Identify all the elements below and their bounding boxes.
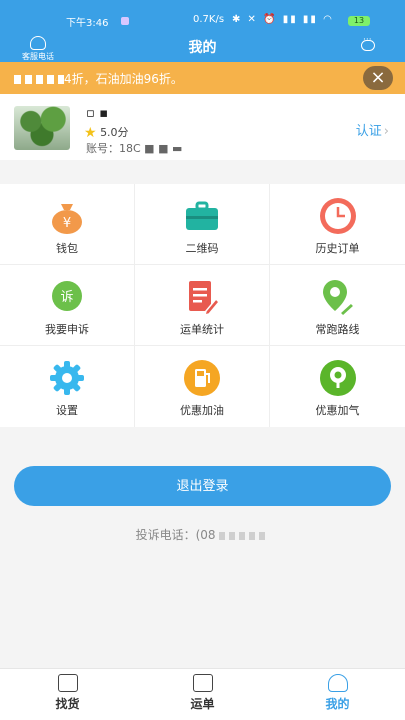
menu-discount-fuel[interactable]: 优惠加油 (135, 346, 270, 427)
tab-find-cargo[interactable]: 找货 (0, 669, 135, 720)
notification-dot-icon (121, 17, 129, 25)
money-bag-icon: ¥ (52, 204, 82, 234)
close-icon: × (370, 67, 386, 88)
list-icon (57, 674, 78, 692)
menu-wallet[interactable]: ¥ 钱包 (0, 184, 135, 265)
complaint-icon: 诉 (52, 281, 82, 311)
masked-phone (219, 531, 270, 540)
user-icon (327, 674, 348, 692)
star-icon: ★ (84, 125, 97, 141)
menu-frequent-routes[interactable]: 常跑路线 (270, 265, 405, 346)
briefcase-icon (186, 201, 218, 230)
complaint-phone: 投诉电话：(08 (0, 526, 405, 543)
tab-mine[interactable]: 我的 (270, 669, 405, 720)
menu-grid: ¥ 钱包 二维码 历史订单 诉 我要申诉 运单统计 常跑路线 设置 优惠加油 优… (0, 184, 405, 427)
profile-card[interactable]: ▫ ▪ ★ 5.0分 账号：18C ■ ■ ▬ 认证 › (0, 94, 405, 160)
logout-button[interactable]: 退出登录 (14, 466, 391, 506)
verify-link[interactable]: 认证 › (356, 120, 389, 139)
battery-icon: 13 (348, 16, 370, 26)
status-icons: ✱ ✕ ⏰ ▮▮ ▮▮ ◠ (232, 14, 334, 25)
masked-text (14, 75, 64, 84)
promo-banner[interactable]: 4折，石油加油96折。 × (0, 62, 405, 94)
promo-text: 4折，石油加油96折。 (14, 70, 183, 87)
status-bar: 下午3:46 0.7K/s ✱ ✕ ⏰ ▮▮ ▮▮ ◠ 13 (0, 14, 405, 30)
close-banner-button[interactable]: × (363, 66, 393, 90)
avatar[interactable] (14, 106, 70, 150)
top-bar: 下午3:46 0.7K/s ✱ ✕ ⏰ ▮▮ ▮▮ ◠ 13 客服电话 我的 (0, 0, 405, 62)
message-icon[interactable] (361, 35, 375, 51)
document-edit-icon (189, 281, 221, 317)
fuel-icon (184, 360, 220, 396)
network-speed: 0.7K/s (193, 14, 225, 25)
tab-waybill[interactable]: 运单 (135, 669, 270, 720)
username: ▫ ▪ (86, 106, 109, 121)
bottom-nav: 找货 运单 我的 (0, 668, 405, 720)
truck-icon (192, 674, 213, 692)
page-title: 我的 (188, 40, 217, 56)
svg-text:诉: 诉 (60, 290, 73, 305)
rating: ★ 5.0分 (84, 125, 129, 141)
status-time: 下午3:46 (66, 18, 109, 29)
gas-pin-icon (319, 360, 356, 396)
menu-complaint[interactable]: 诉 我要申诉 (0, 265, 135, 346)
menu-qr-code[interactable]: 二维码 (135, 184, 270, 265)
location-pin-icon (322, 280, 355, 317)
menu-waybill-stats[interactable]: 运单统计 (135, 265, 270, 346)
gear-icon (50, 361, 84, 395)
menu-order-history[interactable]: 历史订单 (270, 184, 405, 265)
menu-settings[interactable]: 设置 (0, 346, 135, 427)
chevron-right-icon: › (383, 124, 389, 139)
menu-discount-gas[interactable]: 优惠加气 (270, 346, 405, 427)
clock-icon (319, 198, 356, 234)
account-number: 账号：18C ■ ■ ▬ (86, 142, 183, 155)
svg-text:¥: ¥ (63, 216, 71, 231)
